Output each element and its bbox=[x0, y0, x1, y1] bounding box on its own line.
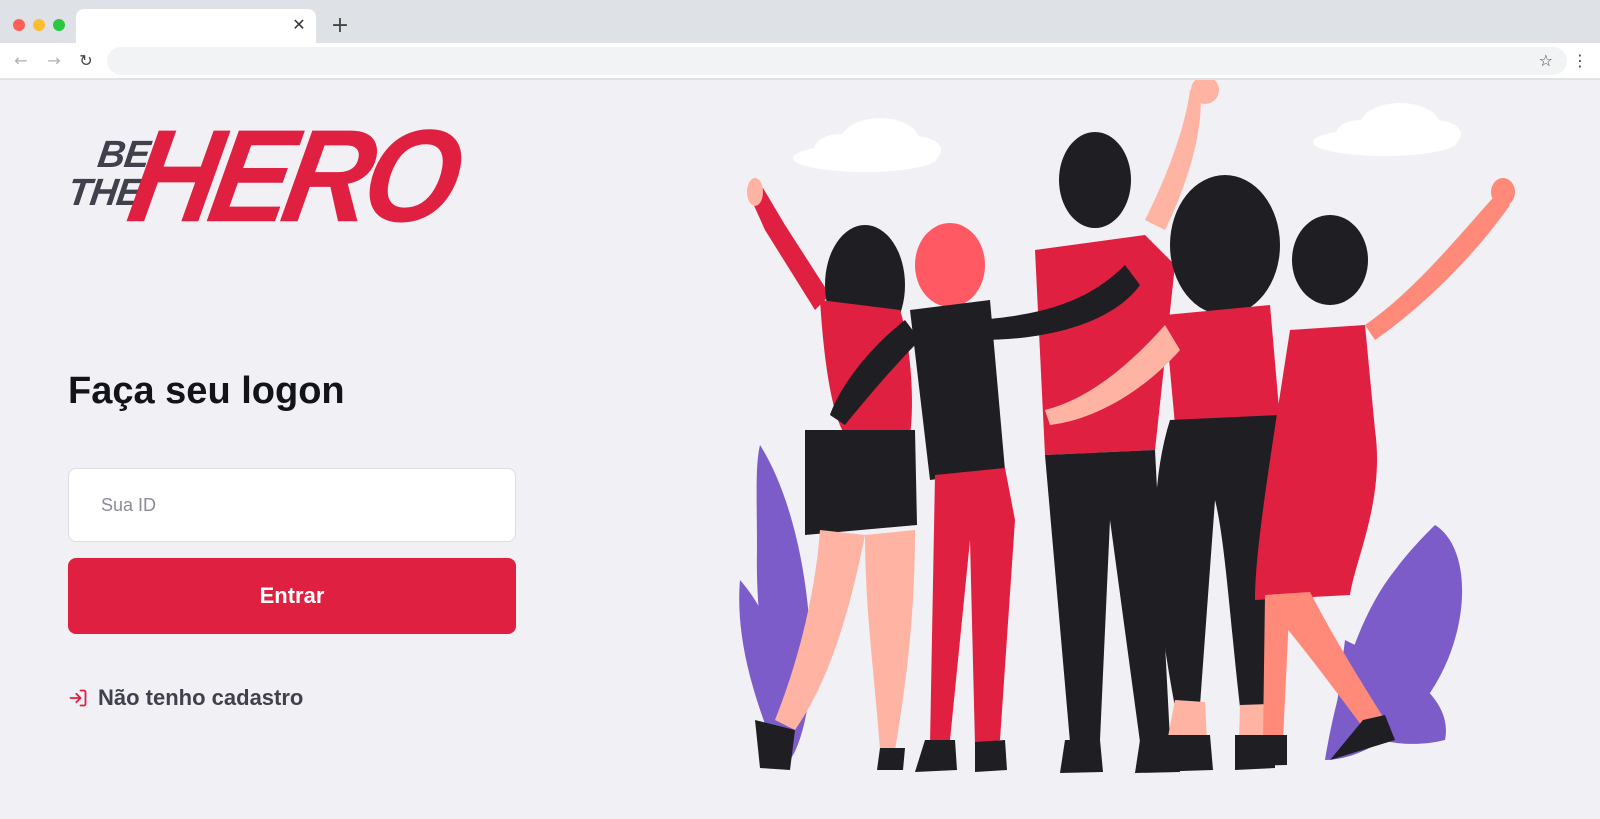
star-icon[interactable]: ☆ bbox=[1539, 50, 1553, 72]
id-input[interactable] bbox=[68, 468, 516, 542]
heroes-group-illustration bbox=[739, 80, 1515, 773]
browser-tab[interactable]: ✕ bbox=[76, 9, 316, 43]
page-title: Faça seu logon bbox=[68, 370, 345, 412]
login-button[interactable]: Entrar bbox=[68, 558, 516, 634]
logo-text-hero: HERO bbox=[119, 102, 466, 250]
cloud-right bbox=[1313, 103, 1461, 156]
page-content: BE THE HERO Faça seu logon Entrar Não te… bbox=[0, 80, 1600, 819]
register-link[interactable]: Não tenho cadastro bbox=[68, 685, 303, 711]
browser-toolbar: ← → ↻ ☆ ⋮ bbox=[0, 43, 1600, 79]
kebab-menu-icon[interactable]: ⋮ bbox=[1572, 50, 1588, 72]
be-the-hero-logo: BE THE HERO bbox=[65, 102, 466, 249]
cloud-left bbox=[793, 118, 941, 172]
browser-titlebar: ✕ + bbox=[0, 0, 1600, 43]
window-maximize-dot[interactable] bbox=[53, 19, 65, 31]
arrow-right-icon[interactable]: → bbox=[43, 50, 65, 72]
log-in-arrow-icon bbox=[69, 689, 87, 707]
reload-icon[interactable]: ↻ bbox=[75, 50, 97, 72]
address-bar[interactable]: ☆ bbox=[107, 47, 1567, 75]
register-link-label: Não tenho cadastro bbox=[98, 685, 304, 710]
close-icon[interactable]: ✕ bbox=[290, 16, 308, 34]
plus-icon[interactable]: + bbox=[330, 15, 350, 37]
window-minimize-dot[interactable] bbox=[33, 19, 45, 31]
arrow-left-icon[interactable]: ← bbox=[10, 50, 32, 72]
window-close-dot[interactable] bbox=[13, 19, 25, 31]
